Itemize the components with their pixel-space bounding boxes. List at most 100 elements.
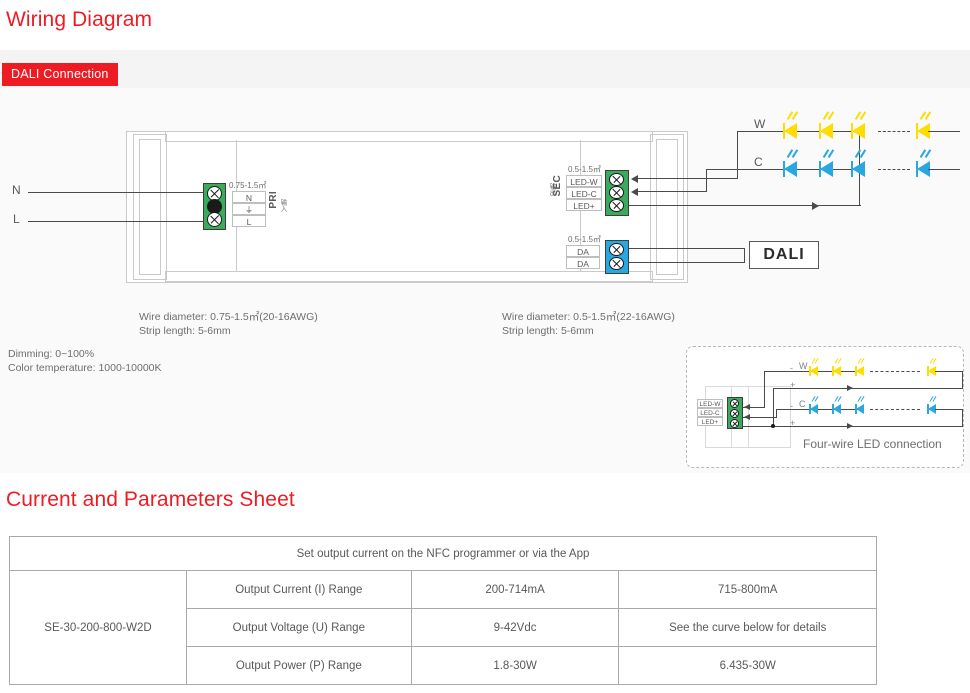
dali-band: [0, 50, 970, 88]
secondary-screw-led-c: [609, 186, 624, 199]
page-title-current-parameters: Current and Parameters Sheet: [6, 488, 295, 511]
inset-led-w-dashes: [870, 371, 920, 372]
wire-live: [28, 221, 206, 223]
secondary-screw-led-plus: [609, 199, 624, 212]
wire-dali-1: [629, 248, 745, 250]
wire-string-w-tail: [928, 131, 960, 133]
caption-primary-line2: Strip length: 5-6mm: [139, 325, 231, 337]
input-label-live: L: [13, 212, 20, 226]
inset-termbox-led-w: LED-W: [697, 399, 723, 408]
driver-bottom-rail: [165, 271, 653, 282]
arrow-led-c-return: [631, 188, 638, 196]
status-badge-dali-connection: DALI Connection: [2, 63, 118, 86]
caption-secondary-wire: Wire diameter: 0.5-1.5㎡(22-16AWG) Strip …: [502, 310, 675, 338]
wire-led-c-a: [638, 191, 707, 193]
inset-wire-string-w-return: [962, 371, 964, 389]
inset-arrow-w-return: [744, 404, 750, 410]
caption-primary-wire: Wire diameter: 0.75-1.5㎡(20-16AWG) Strip…: [139, 310, 318, 338]
table-cell-voltage-value1: 9-42Vdc: [410, 608, 620, 647]
table-cell-param-current: Output Current (I) Range: [185, 570, 412, 609]
secondary-termbox-led-plus: LED+: [566, 199, 602, 211]
inset-wire-plus-riser: [773, 388, 775, 426]
table-cell-current-value2: 715-800mA: [618, 570, 877, 609]
table-cell-param-voltage: Output Voltage (U) Range: [185, 608, 412, 647]
inset-termbox-led-plus: LED+: [697, 417, 723, 426]
secondary-termbox-led-c: LED-C: [566, 187, 602, 199]
dali-bus-box: DALI: [749, 241, 819, 269]
dali-screw-1: [609, 243, 624, 256]
parameters-table: Set output current on the NFC programmer…: [9, 536, 877, 685]
dali-termbox-da-1: DA: [566, 245, 600, 257]
inset-wire-string-c: [794, 409, 859, 411]
dali-termbox-da-2: DA: [566, 257, 600, 269]
driver-end-cap-left-inner: [139, 139, 161, 275]
inset-wire-string-c-return: [962, 409, 964, 427]
arrow-led-w-return: [631, 175, 638, 183]
inset-polarity-plus-w: +: [790, 380, 796, 390]
inset-arrow-plus-w: [847, 385, 853, 391]
spec-color-temperature: Color temperature: 1000-10000K: [8, 362, 162, 374]
inset-junction-dot: [771, 424, 775, 428]
table-cell-model: SE-30-200-800-W2D: [9, 570, 187, 685]
primary-screw-l: [207, 212, 222, 227]
inset-wire-string-w-tail: [935, 371, 963, 373]
table-row: SE-30-200-800-W2D Output Current (I) Ran…: [9, 570, 877, 685]
inset-wire-plus-c: [743, 426, 963, 428]
secondary-screw-led-w: [609, 173, 624, 186]
inset-termbox-led-c: LED-C: [697, 408, 723, 417]
primary-termbox-l: L: [232, 215, 266, 227]
inset-polarity-minus-c: -: [790, 401, 793, 411]
dali-wire-gauge: 0.5-1.5㎡: [568, 235, 601, 244]
table-cell-current-value1: 200-714mA: [410, 570, 620, 609]
inset-wire-w-b: [764, 371, 766, 408]
spec-notes: Dimming: 0~100% Color temperature: 1000-…: [8, 347, 162, 375]
primary-termbox-earth: ⏚: [232, 203, 266, 215]
driver-end-cap-right-inner: [656, 139, 678, 275]
wire-neutral: [28, 192, 206, 194]
inset-caption: Four-wire LED connection: [803, 437, 942, 451]
inset-wire-c-b: [776, 409, 778, 418]
led-string-label-c: C: [754, 155, 763, 169]
wire-string-c-tail: [928, 169, 960, 171]
wire-led-w-a: [638, 178, 738, 180]
inset-wire-string-c-tail: [935, 409, 963, 411]
inset-polarity-plus-c: +: [790, 418, 796, 428]
inset-screw-3: [730, 419, 739, 428]
primary-side-sublabel: 输入: [279, 199, 286, 212]
dali-screw-2: [609, 257, 624, 270]
caption-primary-line1: Wire diameter: 0.75-1.5㎡(20-16AWG): [139, 311, 318, 323]
primary-termbox-n: N: [232, 191, 266, 203]
inset-four-wire-connection: LED-W LED-C LED+ - W + - C + Four-wire L…: [686, 346, 964, 468]
secondary-termbox-led-w: LED-W: [566, 175, 602, 187]
inset-wire-string-w: [794, 371, 859, 373]
inset-string-label-w: W: [799, 361, 808, 371]
wire-led-plus: [629, 205, 861, 207]
wire-dali-2: [629, 262, 745, 264]
wire-dali-bus-join: [744, 248, 746, 262]
secondary-wire-gauge: 0.5-1.5㎡: [568, 165, 601, 174]
wire-led-w-c: [737, 131, 769, 133]
table-cell-voltage-value2: See the curve below for details: [618, 608, 877, 647]
arrow-led-plus: [812, 202, 819, 210]
input-label-neutral: N: [12, 183, 21, 197]
inset-screw-1: [730, 399, 739, 408]
inset-arrow-plus-c: [847, 423, 853, 429]
led-string-label-w: W: [754, 117, 766, 131]
primary-wire-gauge: 0.75-1.5㎡: [229, 181, 267, 190]
inset-led-c-dashes: [870, 409, 920, 410]
led-w-continuation-dashes: [878, 131, 910, 132]
inset-string-label-c: C: [799, 399, 806, 409]
caption-secondary-line2: Strip length: 5-6mm: [502, 325, 594, 337]
table-cell-param-power: Output Power (P) Range: [185, 646, 412, 685]
table-row-header: Set output current on the NFC programmer…: [9, 536, 877, 571]
table-cell-power-value1: 1.8-30W: [410, 646, 620, 685]
inset-arrow-c-return: [744, 414, 750, 420]
inset-polarity-minus-w: -: [790, 363, 793, 373]
led-c-continuation-dashes: [878, 169, 910, 170]
wire-led-w-b: [737, 131, 739, 179]
table-header-cell: Set output current on the NFC programmer…: [9, 536, 877, 571]
inset-screw-2: [730, 409, 739, 418]
wire-led-c-c: [706, 169, 769, 171]
spec-dimming: Dimming: 0~100%: [8, 348, 95, 360]
caption-secondary-line1: Wire diameter: 0.5-1.5㎡(22-16AWG): [502, 311, 675, 323]
